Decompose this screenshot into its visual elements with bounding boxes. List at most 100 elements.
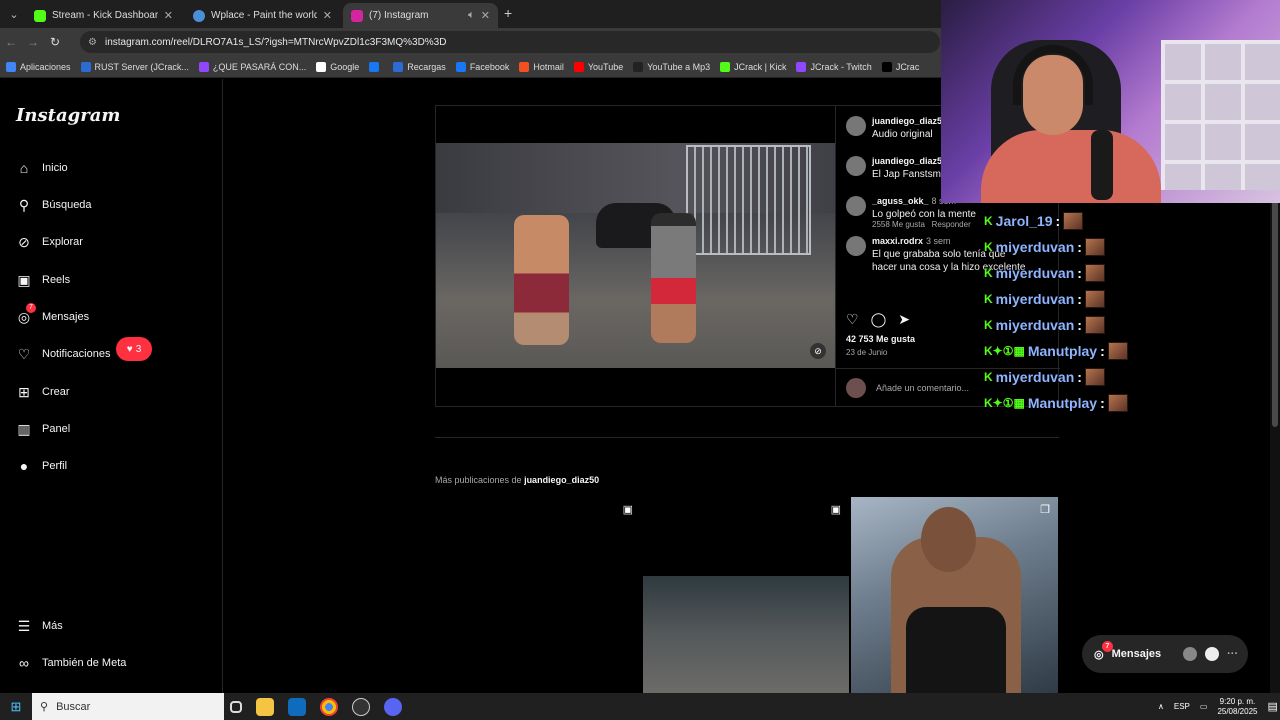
notifications-count: 3 [135,343,142,355]
nav-item-compass[interactable]: ⊘ Explorar [16,231,83,253]
video-boxer-left [514,215,569,345]
meta-menu[interactable]: ∞ También de Meta [16,652,126,674]
messages-button[interactable]: ◎ 7 Mensajes ··· [1082,635,1248,673]
bookmark-item[interactable]: Recargas [393,61,446,72]
reload-icon[interactable]: ↻ [44,35,66,49]
post-thumbnail-1[interactable]: ▣ [435,497,641,693]
instagram-logo[interactable]: Instagram [16,105,120,126]
bookmark-icon [519,61,530,72]
nav-item-heart[interactable]: ♡ Notificaciones [16,343,111,365]
nav-item-home[interactable]: ⌂ Inicio [16,157,68,179]
nav-item-avatar[interactable]: ● Perfil [16,455,67,477]
site-info-icon[interactable]: ⚙ [88,37,97,48]
file-explorer-icon[interactable] [256,697,274,716]
scrollbar-thumb[interactable] [1272,201,1278,427]
chat-message: Kmiyerduvan: [984,260,1184,286]
chevron-up-icon[interactable]: ∧ [1158,702,1164,711]
bookmark-item[interactable]: JCrack | Kick [720,61,786,72]
bookmark-icon [393,61,404,72]
tab-kick-dashboard[interactable]: Stream - Kick Dashboard ✕ [26,3,181,28]
bookmark-item[interactable]: Aplicaciones [6,61,71,72]
comment-username[interactable]: juandiego_diaz5 [872,116,942,126]
bookmark-item[interactable]: YouTube a Mp3 [633,61,711,72]
close-icon[interactable]: ✕ [323,9,332,22]
bookmark-item[interactable]: JCrack - Twitch [796,61,872,72]
tab-wplace[interactable]: Wplace - Paint the world ✕ [185,3,340,28]
comment-username[interactable]: juandiego_diaz5 [872,156,942,166]
tab-title: (7) Instagram [369,10,429,21]
mute-icon[interactable]: ⊘ [810,343,826,359]
carousel-icon: ❐ [1040,504,1050,516]
bookmark-label: YouTube a Mp3 [647,61,711,72]
bookmark-item[interactable]: RUST Server (JCrack... [80,61,189,72]
comment-user[interactable]: juandiego_diaz5 [872,156,945,166]
webcam-shirt [981,130,1161,203]
post-divider [835,106,836,406]
close-icon[interactable]: ✕ [481,9,490,22]
avatar[interactable] [846,196,866,216]
nav-item-search[interactable]: ⚲ Búsqueda [16,194,92,216]
kick-badge-icon: K [984,318,993,332]
close-icon[interactable]: ✕ [164,9,173,22]
new-tab-button[interactable]: + [504,5,512,21]
discord-icon[interactable] [384,697,402,716]
bookmark-icon [6,61,16,72]
meta-label: También de Meta [42,657,127,669]
bookmark-item[interactable] [369,61,383,72]
comment-username[interactable]: _aguss_okk_ [872,196,929,206]
emote-icon [1107,342,1128,360]
nav-item-messenger[interactable]: ◎ 7 Mensajes [16,303,89,328]
speaker-icon[interactable]: 🔈︎ [468,9,475,22]
bookmark-item[interactable]: Hotmail [519,61,564,72]
bookmark-item[interactable]: JCrac [881,61,919,72]
forward-icon[interactable]: → [22,35,44,49]
task-view-icon[interactable] [230,700,242,713]
back-icon[interactable]: ← [0,35,22,49]
reel-video[interactable]: ⊘ [436,143,835,368]
likes-count[interactable]: 42 753 Me gusta [846,334,915,344]
tab-search-button[interactable]: ⌄ [4,4,24,24]
chat-username: miyerduvan [995,369,1075,385]
network-icon[interactable]: ▭ [1200,702,1208,711]
more-posts-prefix: Más publicaciones de [435,475,525,485]
windows-start-icon[interactable]: ⊞ [0,699,32,715]
more-menu[interactable]: ☰ Más [16,615,63,637]
notification-center-icon[interactable]: ▤ [1267,700,1277,713]
post-thumbnail-3[interactable]: ❐ [851,497,1058,693]
bookmark-item[interactable]: Google [316,61,359,72]
bookmark-item[interactable]: ¿QUE PASARÁ CON... [198,61,306,72]
comment-icon[interactable]: ◯ [871,311,887,328]
messages-button-label: Mensajes [1111,648,1162,660]
like-icon[interactable]: ♡ [846,311,859,328]
chat-separator: : [1100,395,1105,411]
tab-instagram[interactable]: (7) Instagram 🔈︎ ✕ [343,3,498,28]
bookmark-item[interactable]: Facebook [455,61,509,72]
comment-meta[interactable]: 2558 Me gusta Responder [872,220,971,229]
post-thumbnail-2[interactable]: ▣ [643,497,849,693]
bookmark-item[interactable]: YouTube [573,61,623,72]
more-posts-user[interactable]: juandiego_diaz50 [524,475,599,485]
nav-item-chart[interactable]: ▥ Panel [16,418,70,440]
chat-message: K✦①▦ Manutplay: [984,338,1184,364]
bookmark-label: RUST Server (JCrack... [94,61,189,72]
clock[interactable]: 9:20 p. m. 25/08/2025 [1217,697,1257,717]
comment-username[interactable]: maxxi.rodrx [872,236,923,246]
share-icon[interactable]: ➤ [898,311,910,328]
avatar[interactable] [846,116,866,136]
nav-item-reels[interactable]: ▣ Reels [16,269,70,291]
chrome-icon[interactable] [320,697,338,716]
avatar[interactable] [846,156,866,176]
taskbar-search[interactable]: ⚲ Buscar [32,693,224,720]
avatar[interactable] [846,236,866,256]
language-indicator[interactable]: ESP [1174,702,1190,711]
meta-icon: ∞ [19,655,29,671]
tab-title: Stream - Kick Dashboard [52,10,158,21]
nav-label: Crear [42,386,70,398]
comment-user[interactable]: maxxi.rodrx 3 sem [872,236,951,246]
webcam-shelf [1161,40,1280,190]
nav-item-plus-square[interactable]: ⊞ Crear [16,381,70,403]
comment-user[interactable]: juandiego_diaz5 [872,116,945,126]
outlook-icon[interactable] [288,697,306,716]
address-bar[interactable]: ⚙ instagram.com/reel/DLRO7A1s_LS/?igsh=M… [80,31,940,53]
obs-icon[interactable] [352,697,370,716]
